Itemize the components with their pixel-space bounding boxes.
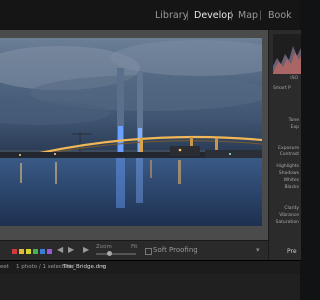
color-label-yellow[interactable] — [19, 249, 24, 254]
zoom-value: Fit — [131, 244, 138, 250]
photo-canvas — [0, 38, 262, 226]
module-separator: | — [259, 10, 263, 21]
color-label-purple[interactable] — [47, 249, 52, 254]
exposure-label: Exposure — [278, 146, 299, 151]
filmstrip-info-bar: eet 1 photo / 1 selected / The_Bridge.dn… — [0, 260, 300, 275]
module-separator: | — [230, 10, 234, 21]
histogram-info: ISO — [290, 76, 298, 81]
color-label-blue[interactable] — [40, 249, 45, 254]
histogram — [273, 34, 301, 74]
highlights-label: Highlights — [276, 164, 299, 169]
module-library[interactable]: Library — [155, 10, 188, 21]
contrast-label: Contrast — [279, 152, 299, 157]
vibrance-label: Vibrance — [279, 213, 299, 218]
previous-button[interactable]: Pre — [287, 248, 297, 255]
color-label-olive[interactable] — [33, 249, 38, 254]
image-viewport[interactable] — [0, 30, 268, 240]
color-label-green[interactable] — [26, 249, 31, 254]
color-label-red[interactable] — [12, 249, 17, 254]
zoom-slider-handle[interactable] — [107, 251, 112, 256]
smart-preview-label: Smart P — [273, 86, 291, 91]
right-panel: ISO Smart P Tone Exp Exposure Contrast H… — [268, 30, 301, 260]
saturation-label: Saturation — [275, 220, 299, 225]
module-map[interactable]: Map — [238, 10, 258, 21]
shadows-label: Shadows — [278, 171, 299, 176]
module-picker: Library | Develop | Map | Book — [0, 0, 300, 30]
soft-proofing-label: Soft Proofing — [153, 246, 198, 254]
clarity-label: Clarity — [284, 206, 299, 211]
basic-panel-sub: Exp — [290, 125, 299, 130]
whites-label: Whites — [283, 178, 299, 183]
current-filename[interactable]: The_Bridge.dng — [63, 264, 106, 270]
play-icon[interactable]: ▶ — [83, 245, 89, 254]
toolbar-chevron-icon[interactable]: ▾ — [256, 246, 260, 254]
module-develop[interactable]: Develop — [194, 10, 233, 21]
module-book[interactable]: Book — [268, 10, 292, 21]
filmstrip-view-label: eet — [0, 264, 9, 270]
next-arrow-icon[interactable]: ▶ — [68, 245, 74, 254]
zoom-slider[interactable] — [96, 253, 136, 255]
basic-panel-label: Tone — [288, 118, 299, 123]
soft-proofing-checkbox[interactable] — [145, 248, 152, 255]
bridge-night-photo[interactable] — [0, 38, 262, 226]
filmstrip[interactable] — [0, 274, 300, 300]
filename-chevron-icon[interactable]: ▾ — [102, 264, 105, 270]
previous-arrow-icon[interactable]: ◀ — [57, 245, 63, 254]
zoom-label: Zoom — [96, 244, 112, 250]
module-separator: | — [186, 10, 190, 21]
blacks-label: Blacks — [284, 185, 299, 190]
develop-toolbar: ◀ ▶ ▶ Zoom Fit Soft Proofing ▾ — [0, 240, 268, 261]
